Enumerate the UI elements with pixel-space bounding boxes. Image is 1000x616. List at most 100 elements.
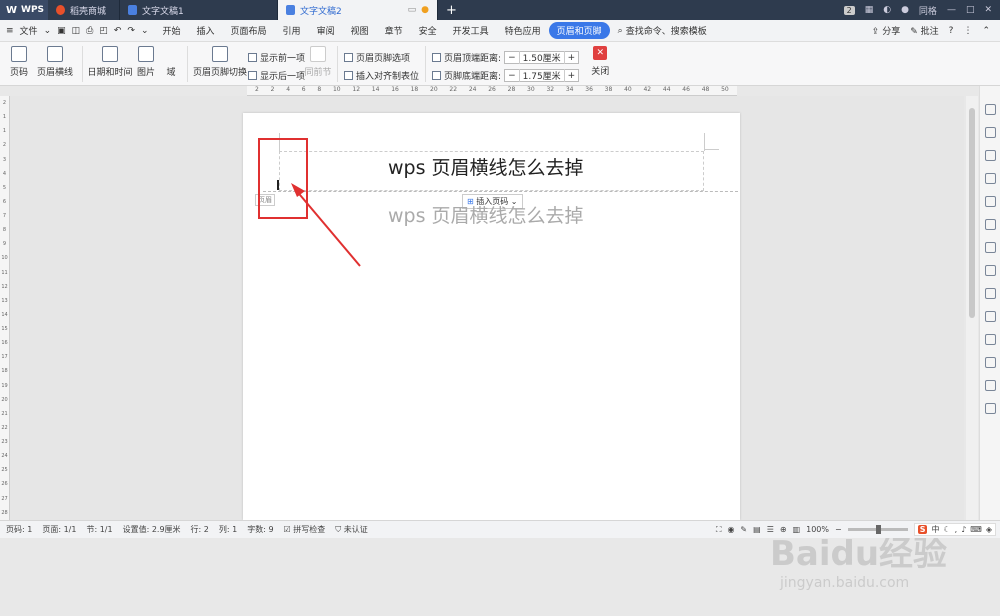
body-text[interactable]: wps 页眉横线怎么去掉	[388, 201, 584, 228]
user-avatar[interactable]: ●	[901, 5, 909, 15]
mic-icon[interactable]: ♪	[961, 525, 966, 534]
increment-button[interactable]: +	[565, 71, 579, 81]
user-name[interactable]: 同格	[919, 4, 937, 17]
close-window-icon[interactable]: ✕	[984, 5, 992, 15]
show-prev-button[interactable]: 显示前一项	[248, 51, 305, 64]
cursor-icon[interactable]	[984, 127, 996, 138]
help-icon[interactable]	[984, 403, 996, 414]
tab-document-1[interactable]: 文字文稿1	[120, 0, 278, 20]
image-icon[interactable]	[984, 334, 996, 345]
comma-icon[interactable]: ,	[955, 525, 958, 534]
status-page-number[interactable]: 页码: 1	[6, 524, 32, 535]
decrement-button[interactable]: −	[505, 71, 519, 81]
print-icon[interactable]: ⎙	[86, 26, 93, 36]
header-top-spinner[interactable]: − 1.50厘米 +	[504, 51, 580, 64]
same-as-previous-button[interactable]: 同前节	[305, 42, 332, 86]
status-pages[interactable]: 页面: 1/1	[42, 524, 76, 535]
share-button[interactable]: ⇪ 分享	[872, 24, 900, 37]
share-icon[interactable]	[984, 265, 996, 276]
zoom-knob[interactable]	[875, 525, 881, 534]
status-section[interactable]: 节: 1/1	[86, 524, 112, 535]
backup-icon[interactable]	[984, 357, 996, 368]
translate-icon[interactable]	[984, 288, 996, 299]
header-footer-options-button[interactable]: 页眉页脚选项	[344, 51, 419, 64]
redo-icon[interactable]: ↷	[127, 26, 135, 36]
document-page[interactable]: wps 页眉横线怎么去掉 页眉 ⊞ 插入页码 ⌄ wps 页眉横线怎么去掉	[243, 113, 740, 520]
template-icon[interactable]	[984, 311, 996, 322]
zoom-slider[interactable]	[847, 525, 908, 534]
zoom-out-icon[interactable]: −	[835, 525, 842, 534]
tab-docer-store[interactable]: 稻壳商城	[48, 0, 120, 20]
keyboard-icon[interactable]: ⌨	[970, 525, 982, 534]
spell-check-button[interactable]: ☑ 拼写检查	[284, 524, 326, 535]
tool-icon[interactable]	[984, 196, 996, 207]
footer-bottom-value[interactable]: 1.75厘米	[518, 69, 565, 82]
more-options-icon[interactable]: ⋮	[963, 26, 972, 36]
command-search[interactable]: ⌕ 查找命令、搜索模板	[610, 24, 707, 38]
menu-security[interactable]: 安全	[411, 24, 445, 37]
page-view-icon[interactable]: ▤	[753, 525, 761, 534]
help-icon[interactable]: ?	[949, 26, 954, 36]
scroll-thumb[interactable]	[969, 108, 975, 318]
pen-icon[interactable]	[984, 104, 996, 115]
header-line-button[interactable]: 页眉横线	[34, 42, 76, 86]
export-pdf-icon[interactable]: ◫	[72, 26, 81, 36]
header-text[interactable]: wps 页眉横线怎么去掉	[388, 153, 584, 180]
tab-document-2[interactable]: 文字文稿2 ▭ ●	[278, 0, 438, 20]
ime-language[interactable]: 中	[931, 524, 939, 535]
collapse-ribbon-icon[interactable]: ⌃	[982, 26, 990, 36]
decrement-button[interactable]: −	[505, 53, 519, 63]
menu-chapter[interactable]: 章节	[377, 24, 411, 37]
focus-mode-icon[interactable]: ⛶	[716, 525, 722, 535]
vertical-scrollbar[interactable]	[966, 96, 978, 520]
insert-align-tab-button[interactable]: 插入对齐制表位	[344, 69, 419, 82]
minimize-icon[interactable]: —	[947, 5, 956, 15]
menu-special[interactable]: 特色应用	[497, 24, 549, 37]
menu-page-layout[interactable]: 页面布局	[223, 24, 275, 37]
input-method-bar[interactable]: S 中 ☾ , ♪ ⌨ ◈	[913, 523, 996, 536]
print-preview-icon[interactable]: ◰	[99, 26, 108, 36]
close-header-footer-button[interactable]: ✕ 关闭	[585, 42, 615, 86]
undo-icon[interactable]: ↶	[114, 26, 122, 36]
field-button[interactable]: 域	[161, 42, 181, 86]
eye-icon[interactable]: ◉	[727, 525, 734, 534]
status-word-count[interactable]: 字数: 9	[247, 524, 273, 535]
header-top-value[interactable]: 1.50厘米	[518, 51, 565, 64]
menu-reference[interactable]: 引用	[275, 24, 309, 37]
status-setting[interactable]: 设置值: 2.9厘米	[123, 524, 181, 535]
save-icon[interactable]: ▣	[57, 26, 66, 36]
file-menu[interactable]: 文件	[20, 24, 38, 37]
picture-button[interactable]: 图片	[131, 42, 161, 86]
grid-icon[interactable]: ▦	[865, 5, 874, 15]
web-view-icon[interactable]: ⊕	[780, 525, 787, 534]
document-icon[interactable]	[984, 242, 996, 253]
maximize-icon[interactable]: □	[966, 5, 975, 15]
outline-view-icon[interactable]: ☰	[767, 525, 774, 534]
switch-header-footer-button[interactable]: 页眉页脚切换	[193, 42, 247, 86]
cert-status[interactable]: ⛉ 未认证	[335, 524, 368, 535]
skin-icon[interactable]: ◈	[986, 525, 992, 534]
vertical-ruler[interactable]: 2 1 1 2 3 4 5 6 7 8 9 10 11 12 13 14 15 16 17 18 19 20 21 22 23 2…	[0, 96, 10, 520]
table-icon[interactable]	[984, 173, 996, 184]
zoom-level[interactable]: 100%	[806, 525, 829, 534]
more-icon[interactable]: ⌄	[141, 26, 149, 36]
page-number-button[interactable]: 页码	[4, 42, 34, 86]
skin-icon[interactable]: ◐	[883, 5, 891, 15]
horizontal-ruler[interactable]: 2 2 4 6 8 10 12 14 16 18 20 22 24 26 28 30 32 34 36 38 40 42 4…	[247, 86, 737, 96]
settings-sliders-icon[interactable]	[984, 219, 996, 230]
menu-view[interactable]: 视图	[343, 24, 377, 37]
menu-header-footer[interactable]: 页眉和页脚	[548, 22, 610, 39]
comment-button[interactable]: ✎ 批注	[910, 24, 938, 37]
show-next-button[interactable]: 显示后一项	[248, 69, 305, 82]
increment-button[interactable]: +	[565, 53, 579, 63]
menu-start[interactable]: 开始	[155, 24, 189, 37]
hamburger-icon[interactable]: ≡	[6, 26, 14, 36]
menu-insert[interactable]: 插入	[189, 24, 223, 37]
footer-bottom-spinner[interactable]: − 1.75厘米 +	[504, 69, 580, 82]
history-icon[interactable]	[984, 380, 996, 391]
read-mode-icon[interactable]: ▥	[793, 525, 801, 534]
pen-mode-icon[interactable]: ✎	[740, 525, 747, 534]
date-time-button[interactable]: 日期和时间	[88, 42, 133, 86]
shapes-icon[interactable]	[984, 150, 996, 161]
new-tab-button[interactable]: +	[438, 3, 465, 18]
